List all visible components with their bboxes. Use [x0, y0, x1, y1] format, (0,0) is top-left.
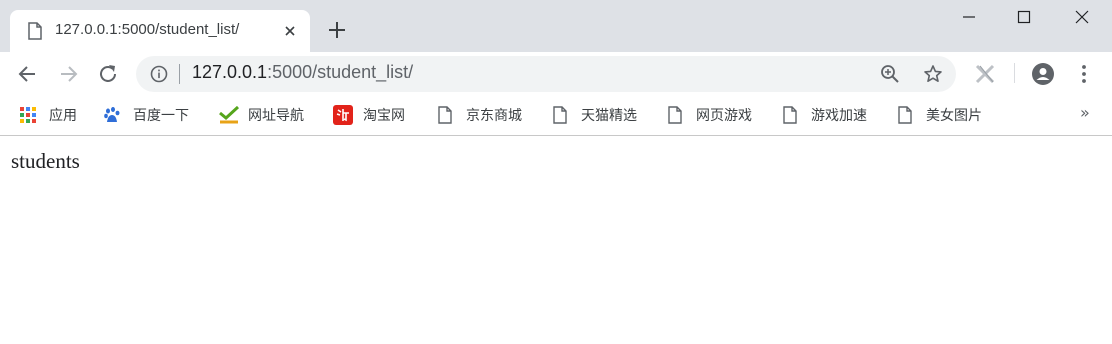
bookmark-label: 百度一下: [133, 108, 189, 124]
site-info-icon[interactable]: [150, 65, 168, 83]
close-window-button[interactable]: [1053, 0, 1111, 36]
zoom-icon[interactable]: [880, 64, 900, 84]
page-content: students: [0, 137, 1112, 344]
tab-strip: 127.0.0.1:5000/student_list/: [0, 0, 1112, 52]
bookmark-game-boost[interactable]: 游戏加速: [781, 104, 867, 126]
bookmark-hao[interactable]: 网址导航: [218, 104, 304, 126]
address-bar[interactable]: 127.0.0.1:5000/student_list/: [136, 56, 956, 92]
page-icon: [783, 106, 797, 124]
back-arrow-icon[interactable]: [15, 61, 41, 87]
url-host: 127.0.0.1: [192, 62, 268, 82]
taobao-icon: [333, 105, 353, 125]
bookmark-pictures[interactable]: 美女图片: [896, 104, 982, 126]
hao-check-icon: [219, 106, 240, 124]
forward-arrow-icon[interactable]: [55, 61, 81, 87]
bookmark-label: 游戏加速: [811, 108, 867, 124]
extension-icon[interactable]: [973, 62, 997, 86]
more-menu-icon[interactable]: [1072, 62, 1096, 86]
profile-avatar-icon[interactable]: [1031, 62, 1055, 86]
page-icon: [668, 106, 682, 124]
reload-icon[interactable]: [95, 61, 121, 87]
minimize-icon: [963, 16, 975, 18]
toolbar-separator: [1014, 63, 1015, 83]
close-window-icon: [1075, 10, 1089, 24]
active-tab[interactable]: 127.0.0.1:5000/student_list/: [10, 10, 310, 52]
page-icon: [898, 106, 912, 124]
new-tab-icon[interactable]: [326, 19, 348, 41]
bookmarks-overflow-chevron-icon[interactable]: »: [1080, 103, 1090, 122]
page-icon: [438, 106, 452, 124]
page-icon: [28, 22, 42, 40]
url-text[interactable]: 127.0.0.1:5000/student_list/: [192, 62, 413, 83]
browser-toolbar: 127.0.0.1:5000/student_list/: [0, 52, 1112, 96]
maximize-icon: [1017, 10, 1031, 24]
bookmark-jd[interactable]: 京东商城: [436, 104, 522, 126]
apps-grid-icon: [20, 107, 36, 123]
bookmark-label: 美女图片: [926, 108, 982, 124]
url-path: :5000/student_list/: [267, 62, 414, 82]
bookmark-tmall[interactable]: 天猫精选: [551, 104, 637, 126]
bookmark-apps[interactable]: 应用: [19, 104, 77, 126]
page-body-text: students: [11, 149, 80, 173]
bookmark-taobao[interactable]: 淘宝网: [333, 104, 405, 126]
address-separator: [179, 64, 180, 84]
bookmark-label: 网址导航: [248, 108, 304, 124]
bookmark-label: 应用: [49, 108, 77, 124]
maximize-button[interactable]: [995, 0, 1053, 36]
bookmark-label: 天猫精选: [581, 108, 637, 124]
bookmark-label: 网页游戏: [696, 108, 752, 124]
bookmark-web-games[interactable]: 网页游戏: [666, 104, 752, 126]
close-tab-icon[interactable]: [280, 21, 300, 41]
page-icon: [553, 106, 567, 124]
bookmark-star-icon[interactable]: [923, 64, 943, 84]
minimize-button[interactable]: [940, 0, 998, 36]
bookmark-label: 京东商城: [466, 108, 522, 124]
bookmark-baidu[interactable]: 百度一下: [103, 104, 189, 126]
bookmark-label: 淘宝网: [363, 108, 405, 124]
baidu-paw-icon: [104, 107, 120, 122]
tab-title: 127.0.0.1:5000/student_list/: [55, 21, 240, 38]
bookmarks-bar: 应用 百度一下 网址导航 淘宝网 京东商城 天猫精选 网页游戏 游戏加速 美女图…: [0, 96, 1112, 136]
